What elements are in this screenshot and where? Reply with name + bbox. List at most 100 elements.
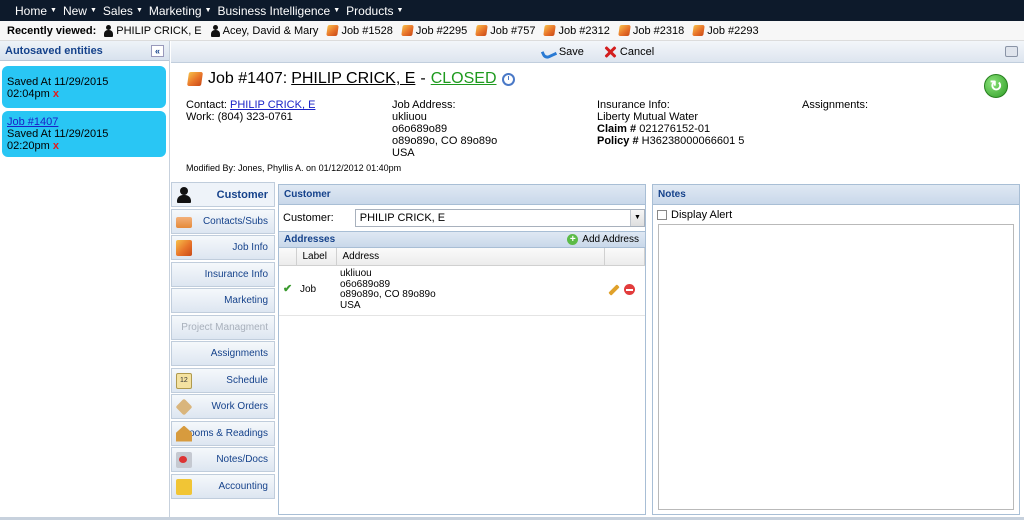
job-header: Job #1407: PHILIP CRICK, E - CLOSED bbox=[187, 70, 515, 88]
column-header[interactable]: Label bbox=[296, 248, 337, 266]
collapse-icon[interactable]: « bbox=[151, 44, 164, 57]
main-content: Save Cancel Job #1407: PHILIP CRICK, E -… bbox=[171, 41, 1024, 520]
recent-item-label: Job #1528 bbox=[341, 24, 393, 37]
insurance-label: Insurance Info: bbox=[597, 99, 670, 111]
job-status[interactable]: CLOSED bbox=[431, 70, 497, 88]
caret-down-icon: ▼ bbox=[135, 7, 143, 14]
nav-marketing-label: Marketing bbox=[148, 3, 202, 18]
recent-item[interactable]: Job #2293 bbox=[692, 25, 759, 37]
accounting-icon bbox=[176, 478, 192, 495]
job-icon bbox=[187, 72, 203, 86]
job-icon bbox=[176, 240, 192, 256]
tab-customer[interactable]: Customer bbox=[171, 182, 275, 207]
recent-item[interactable]: Job #2295 bbox=[401, 25, 467, 37]
recent-item-label: Job #2318 bbox=[632, 24, 685, 37]
customer-select[interactable]: PHILIP CRICK, E ▼ bbox=[354, 209, 645, 227]
recent-item[interactable]: Job #1528 bbox=[326, 24, 393, 37]
nav-marketing[interactable]: Marketing ▼ bbox=[149, 4, 212, 18]
recent-item[interactable]: Job #757 bbox=[475, 24, 536, 37]
recent-item-label: Job #757 bbox=[490, 24, 536, 37]
checkmark-icon: ✔ bbox=[283, 283, 293, 296]
recent-item-label: PHILIP CRICK, E bbox=[116, 24, 202, 37]
calendar-icon bbox=[176, 372, 192, 389]
save-button[interactable]: Save bbox=[541, 46, 584, 58]
tab-job-info[interactable]: Job Info bbox=[171, 235, 275, 260]
tab-accounting[interactable]: Accounting bbox=[171, 473, 275, 499]
recent-item-label: Job #2312 bbox=[558, 24, 610, 37]
add-address-label: Add Address bbox=[582, 234, 639, 245]
column-header-blank bbox=[604, 248, 645, 266]
history-clock-icon[interactable] bbox=[501, 72, 515, 86]
table-cell: Job bbox=[296, 265, 336, 316]
tab-label: Insurance Info bbox=[204, 268, 268, 280]
customer-field-label: Customer: bbox=[283, 212, 334, 224]
nav-new[interactable]: New ▼ bbox=[63, 4, 97, 18]
tab-marketing[interactable]: Marketing bbox=[171, 288, 275, 313]
caret-down-icon: ▼ bbox=[50, 7, 57, 14]
autosave-header: Autosaved entities « bbox=[0, 41, 169, 61]
remove-icon[interactable] bbox=[624, 284, 635, 296]
caret-down-icon: ▼ bbox=[396, 7, 404, 14]
recently-viewed-label: Recently viewed: bbox=[7, 24, 97, 37]
tab-schedule[interactable]: Schedule bbox=[171, 367, 275, 393]
nav-business-intelligence[interactable]: Business Intelligence ▼ bbox=[218, 4, 341, 18]
tab-label: Assignments bbox=[210, 348, 268, 359]
table-header-row: Label Address bbox=[279, 248, 645, 266]
action-toolbar: Save Cancel bbox=[171, 41, 1024, 63]
remove-autosave-icon[interactable]: x bbox=[53, 88, 59, 100]
table-cell: ✔ bbox=[279, 265, 296, 316]
person-icon bbox=[104, 24, 114, 37]
top-nav-bar: Home ▼ New ▼ Sales ▼ Marketing ▼ Business In… bbox=[0, 0, 1024, 21]
refresh-icon[interactable]: ↻ bbox=[984, 74, 1008, 98]
table-row[interactable]: ✔ Job ukliuou o6o689o89 o89o89o, CO 89o8… bbox=[279, 265, 645, 316]
print-icon[interactable] bbox=[1005, 46, 1018, 57]
notes-docs-icon bbox=[176, 452, 192, 468]
recent-item[interactable]: Job #2312 bbox=[543, 24, 610, 37]
job-title: Job #1407: bbox=[208, 70, 288, 87]
customer-panel-title: Customer bbox=[279, 185, 645, 205]
nav-new-label: New bbox=[62, 3, 87, 18]
tab-contacts-subs[interactable]: Contacts/Subs bbox=[171, 208, 275, 234]
tab-notes-docs[interactable]: Notes/Docs bbox=[171, 447, 275, 472]
caret-down-icon: ▼ bbox=[204, 7, 212, 14]
tab-insurance-info[interactable]: Insurance Info bbox=[171, 261, 275, 287]
recent-item[interactable]: Acey, David & Mary bbox=[210, 24, 318, 37]
recent-item[interactable]: PHILIP CRICK, E bbox=[104, 24, 202, 37]
tab-rooms-readings[interactable]: Rooms & Readings bbox=[171, 420, 275, 446]
cancel-button[interactable]: Cancel bbox=[604, 46, 654, 58]
caret-down-icon: ▼ bbox=[333, 7, 341, 14]
address-line: USA bbox=[340, 299, 361, 311]
tab-label: Contacts/Subs bbox=[202, 215, 268, 227]
nav-sales[interactable]: Sales ▼ bbox=[103, 4, 143, 18]
contact-info: Contact: PHILIP CRICK, E Work: (804) 323… bbox=[186, 99, 315, 123]
tab-label: Project Managment bbox=[181, 321, 268, 333]
contact-name-link[interactable]: PHILIP CRICK, E bbox=[230, 99, 315, 111]
nav-home-label: Home bbox=[15, 3, 48, 18]
add-address-button[interactable]: + Add Address bbox=[567, 234, 639, 245]
job-tabs: Customer Contacts/Subs Job Info Insuranc… bbox=[171, 182, 275, 500]
remove-autosave-icon[interactable]: x bbox=[53, 140, 59, 152]
job-customer-link[interactable]: PHILIP CRICK, E bbox=[291, 70, 415, 88]
job-address-info: Job Address: ukliuou o6o689o89 o89o89o, … bbox=[392, 99, 497, 159]
tab-work-orders[interactable]: Work Orders bbox=[171, 394, 275, 419]
nav-products-label: Products bbox=[346, 3, 394, 18]
policy-number: H36238000066601 5 bbox=[641, 135, 745, 147]
autosave-entry[interactable]: Job #1407 Saved At 11/29/2015 02:20pm x bbox=[2, 111, 166, 157]
notes-textarea[interactable] bbox=[658, 224, 1014, 510]
customer-field-row: Customer: PHILIP CRICK, E ▼ bbox=[279, 205, 645, 231]
tab-assignments[interactable]: Assignments bbox=[171, 341, 275, 366]
column-header[interactable]: Address bbox=[336, 248, 605, 266]
job-icon bbox=[692, 25, 706, 36]
autosave-entry[interactable]: Saved At 11/29/2015 02:04pm x bbox=[2, 66, 166, 108]
autosave-job-link[interactable]: Job #1407 bbox=[7, 116, 58, 128]
pencil-icon[interactable] bbox=[608, 284, 620, 296]
display-alert-checkbox[interactable] bbox=[657, 210, 667, 220]
recent-item[interactable]: Job #2318 bbox=[618, 24, 685, 37]
display-alert-row: Display Alert bbox=[653, 206, 1019, 224]
nav-products[interactable]: Products ▼ bbox=[346, 4, 403, 18]
title-dash: - bbox=[420, 70, 426, 87]
tab-label: Schedule bbox=[226, 374, 268, 386]
nav-home[interactable]: Home ▼ bbox=[15, 4, 57, 18]
cancel-label: Cancel bbox=[619, 45, 655, 58]
job-address-line: o89o89o, CO 89o89o bbox=[392, 135, 498, 147]
